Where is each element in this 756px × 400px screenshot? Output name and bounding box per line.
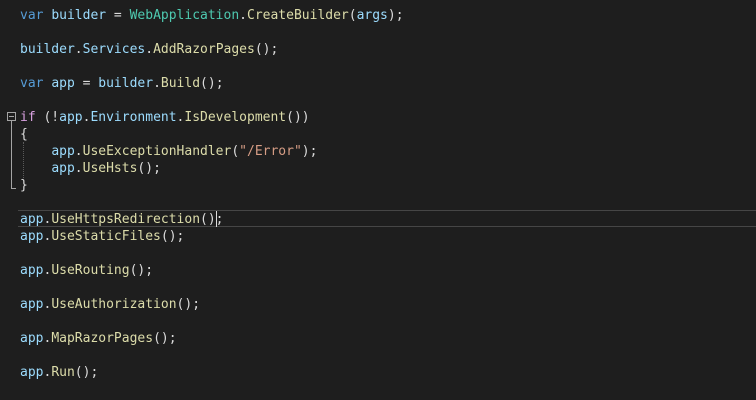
punctuation-token: (! — [35, 110, 60, 125]
identifier-token: app — [20, 263, 44, 278]
method-name-token: MapRazorPages — [51, 331, 154, 346]
identifier-token: app — [20, 365, 44, 380]
punctuation-token: = — [106, 8, 130, 23]
code-line-2[interactable]: builder.Services.AddRazorPages(); — [20, 41, 278, 58]
method-name-token: CreateBuilder — [247, 8, 349, 23]
keyword-token: var — [20, 8, 44, 23]
identifier-token: app — [59, 110, 83, 125]
punctuation-token: = — [74, 76, 99, 91]
punctuation-token: ( — [231, 144, 240, 159]
punctuation-token: ( — [348, 8, 357, 23]
punctuation-token: ); — [301, 144, 318, 159]
punctuation-token: (); — [129, 263, 154, 278]
identifier-token: app — [20, 229, 44, 244]
punctuation-token: (); — [200, 212, 224, 227]
identifier-token: builder — [98, 76, 154, 91]
code-line-9[interactable]: app.UseHttpsRedirection(); — [20, 211, 224, 228]
punctuation-token: } — [20, 178, 28, 193]
identifier-token: app — [20, 331, 44, 346]
punctuation-token: . — [153, 76, 161, 91]
method-name-token: Run — [51, 365, 75, 380]
punctuation-token: (); — [137, 161, 161, 176]
identifier-token: builder — [20, 42, 75, 57]
method-name-token: UseExceptionHandler — [82, 144, 232, 159]
punctuation-token — [20, 144, 51, 159]
identifier-token: Environment — [90, 110, 177, 125]
code-line-13[interactable]: app.MapRazorPages(); — [20, 330, 177, 347]
punctuation-token: { — [20, 127, 28, 142]
control-keyword-token: if — [20, 110, 36, 125]
code-line-7[interactable]: app.UseHsts(); — [20, 160, 161, 177]
identifier-token: app — [20, 212, 44, 227]
code-line-4[interactable]: if (!app.Environment.IsDevelopment()) — [20, 109, 310, 126]
code-line-12[interactable]: app.UseAuthorization(); — [20, 296, 200, 313]
code-line-14[interactable]: app.Run(); — [20, 364, 98, 381]
identifier-token: app — [20, 297, 44, 312]
method-name-token: UseHsts — [82, 161, 138, 176]
punctuation-token: ()) — [286, 110, 310, 125]
code-editor[interactable]: var builder = WebApplication.CreateBuild… — [0, 0, 756, 400]
identifier-token: Services — [82, 42, 146, 57]
punctuation-token: . — [74, 144, 83, 159]
method-name-token: UseRouting — [51, 263, 130, 278]
punctuation-token — [20, 161, 51, 176]
method-name-token: AddRazorPages — [153, 42, 255, 57]
fold-region-line — [11, 121, 12, 188]
code-line-11[interactable]: app.UseRouting(); — [20, 262, 153, 279]
punctuation-token: (); — [74, 365, 99, 380]
identifier-token: builder — [51, 8, 107, 23]
punctuation-token: (); — [160, 229, 185, 244]
identifier-token: app — [51, 161, 75, 176]
punctuation-token: (); — [176, 297, 201, 312]
punctuation-token: ); — [387, 8, 404, 23]
punctuation-token: . — [74, 161, 83, 176]
punctuation-token: (); — [254, 42, 279, 57]
keyword-token: var — [20, 76, 44, 91]
type-name-token: WebApplication — [129, 8, 240, 23]
code-line-1[interactable]: var builder = WebApplication.CreateBuild… — [20, 7, 404, 24]
punctuation-token: . — [239, 8, 247, 23]
method-name-token: UseHttpsRedirection — [51, 212, 201, 227]
method-name-token: IsDevelopment — [184, 110, 287, 125]
identifier-token: args — [356, 8, 388, 23]
method-name-token: Build — [160, 76, 201, 91]
code-line-6[interactable]: app.UseExceptionHandler("/Error"); — [20, 143, 317, 160]
fold-region-end — [11, 188, 16, 189]
punctuation-token: . — [74, 42, 83, 57]
code-line-8[interactable]: } — [20, 177, 28, 194]
method-name-token: UseAuthorization — [51, 297, 177, 312]
code-line-3[interactable]: var app = builder.Build(); — [20, 75, 224, 92]
identifier-token: app — [51, 76, 75, 91]
punctuation-token: (); — [153, 331, 177, 346]
method-name-token: UseStaticFiles — [51, 229, 161, 244]
identifier-token: app — [51, 144, 75, 159]
punctuation-token: . — [145, 42, 154, 57]
code-line-5[interactable]: { — [20, 126, 28, 143]
text-caret — [216, 211, 217, 227]
code-line-10[interactable]: app.UseStaticFiles(); — [20, 228, 184, 245]
string-literal-token: "/Error" — [239, 144, 302, 159]
collapse-region-icon[interactable] — [7, 112, 16, 121]
punctuation-token: (); — [200, 76, 224, 91]
